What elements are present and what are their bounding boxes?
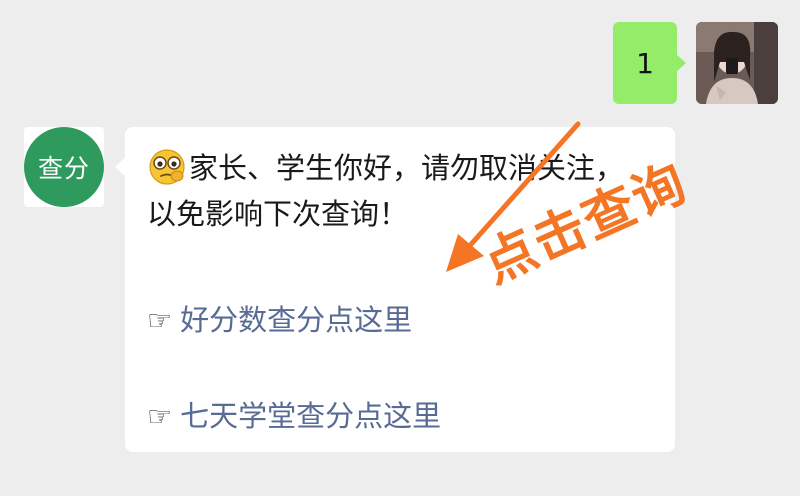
outgoing-message-bubble[interactable]: 1: [613, 22, 686, 104]
avatar-label: 查分: [37, 154, 90, 183]
outgoing-message-text: 1: [636, 46, 654, 80]
official-account-avatar[interactable]: 查分: [24, 127, 104, 207]
user-avatar[interactable]: [696, 22, 778, 104]
avatar-logo: 查分: [24, 127, 104, 207]
message-line-2: 以免影响下次查询！: [147, 197, 409, 231]
link-haofenshu[interactable]: ☞ 好分数查分点这里: [147, 297, 412, 339]
pointing-hand-icon: ☞: [147, 304, 173, 337]
link-label[interactable]: 好分数查分点这里: [180, 303, 412, 337]
link-label[interactable]: 七天学堂查分点这里: [180, 399, 441, 433]
face-with-monocle-emoji: [147, 146, 187, 186]
pointing-hand-icon: ☞: [147, 400, 173, 433]
link-qitianxuetang[interactable]: ☞ 七天学堂查分点这里: [147, 393, 441, 435]
user-photo: [696, 22, 778, 104]
message-line-1: 家长、学生你好，请勿取消关注，: [189, 151, 625, 185]
